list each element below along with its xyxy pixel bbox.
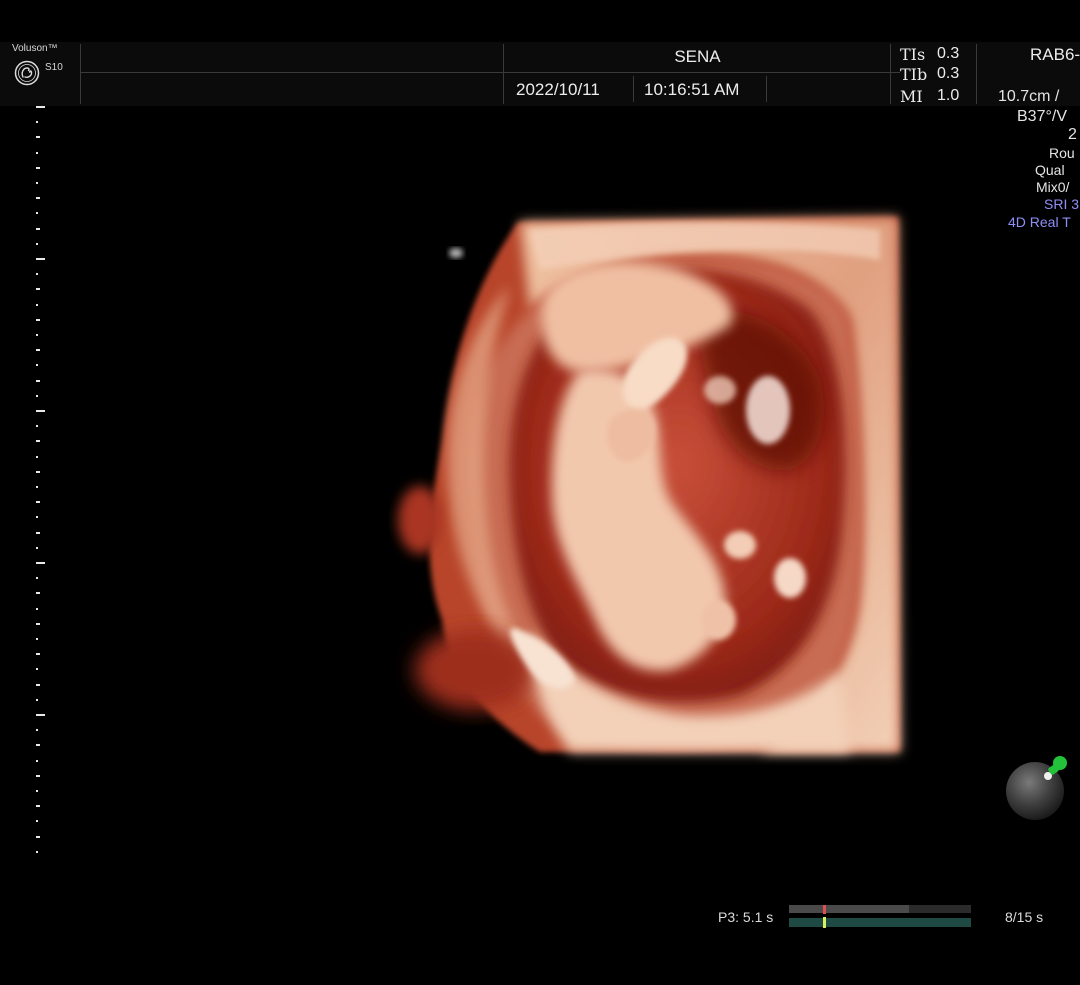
index-label: TIs (900, 45, 926, 64)
patient-name: SENA (674, 47, 721, 66)
depth-tick (36, 425, 38, 428)
depth-tick (36, 592, 40, 595)
depth-tick (36, 562, 45, 564)
cine-loop-label: P3: 5.1 s (718, 909, 774, 925)
param-readout: 2 (1068, 126, 1077, 143)
header-separator (503, 44, 504, 104)
cine-buffer-bar[interactable] (789, 905, 971, 913)
depth-scale (34, 100, 50, 860)
header-separator (633, 76, 634, 102)
depth-tick (36, 318, 40, 321)
depth-tick (36, 622, 40, 625)
index-value: 0.3 (937, 45, 960, 62)
depth-tick (36, 714, 45, 716)
cine-buffer-fill (789, 905, 910, 913)
depth-tick (36, 349, 40, 352)
depth-tick (36, 638, 38, 640)
cine-loop-marker[interactable] (822, 917, 826, 928)
depth-tick (36, 744, 40, 747)
depth-tick (36, 166, 40, 169)
depth-tick (36, 774, 40, 777)
depth-tick (36, 379, 40, 382)
depth-tick (36, 106, 45, 108)
depth-tick (36, 151, 38, 154)
depth-tick (36, 531, 40, 534)
index-label: MI (900, 87, 923, 106)
header-separator (766, 76, 767, 102)
depth-tick (36, 136, 40, 139)
depth-tick (36, 364, 38, 367)
depth-tick (36, 227, 40, 230)
header-divider (80, 72, 900, 73)
index-label: TIb (900, 65, 928, 84)
depth-tick (36, 759, 38, 762)
depth-tick (36, 303, 38, 306)
depth-tick (36, 440, 40, 443)
depth-tick (36, 258, 45, 260)
depth-tick (36, 698, 38, 701)
depth-tick (36, 242, 38, 245)
depth-tick (36, 835, 40, 838)
depth-tick (36, 820, 38, 823)
depth-tick (36, 607, 38, 610)
depth-tick (36, 546, 38, 549)
depth-tick (36, 729, 38, 732)
depth-tick (36, 288, 40, 291)
depth-tick (36, 182, 38, 184)
probe-name: RAB6- (1030, 45, 1080, 64)
header-separator (80, 44, 81, 104)
sri-readout: SRI 3 (1044, 196, 1080, 212)
quality-readout: Qual (1035, 162, 1065, 178)
depth-tick (36, 577, 38, 580)
depth-tick (36, 470, 40, 473)
depth-tick (36, 805, 40, 808)
orientation-ball-icon[interactable] (990, 748, 1080, 838)
exam-date: 2022/10/11 (516, 80, 600, 99)
cine-loop-bar[interactable] (789, 918, 971, 927)
depth-readout: 10.7cm / (998, 88, 1060, 105)
depth-tick (36, 486, 38, 488)
depth-tick (36, 683, 40, 686)
depth-tick (36, 850, 38, 853)
depth-tick (36, 334, 38, 336)
index-value: 1.0 (937, 87, 960, 104)
brand-name: Voluson™ (12, 43, 58, 54)
depth-tick (36, 516, 38, 519)
ultrasound-3d-render (398, 217, 900, 752)
ge-logo-icon (14, 60, 40, 86)
index-value: 0.3 (937, 65, 960, 82)
ultrasound-screen: Voluson™ S10 SENA 2022/10/11 10:16:51 AM… (0, 0, 1080, 985)
angle-readout: B37°/V (1017, 108, 1067, 125)
header-separator (890, 44, 891, 104)
depth-tick (36, 121, 38, 124)
header-separator (976, 44, 977, 104)
model-name: S10 (45, 62, 63, 73)
depth-tick (36, 197, 40, 200)
depth-tick (36, 410, 45, 412)
depth-tick (36, 455, 38, 458)
depth-tick (36, 273, 38, 276)
depth-tick (36, 790, 38, 792)
depth-tick (36, 653, 40, 656)
mix-readout: Mix0/ (1036, 179, 1070, 195)
mode-readout: 4D Real T (1008, 214, 1071, 230)
depth-tick (36, 668, 38, 671)
depth-tick (36, 394, 38, 397)
cine-position-marker[interactable] (822, 905, 826, 914)
depth-tick (36, 212, 38, 215)
preset-readout: Rou (1049, 145, 1075, 161)
depth-tick (36, 501, 40, 504)
exam-time: 10:16:51 AM (644, 80, 740, 99)
cine-frame-counter: 8/15 s (1005, 909, 1044, 925)
